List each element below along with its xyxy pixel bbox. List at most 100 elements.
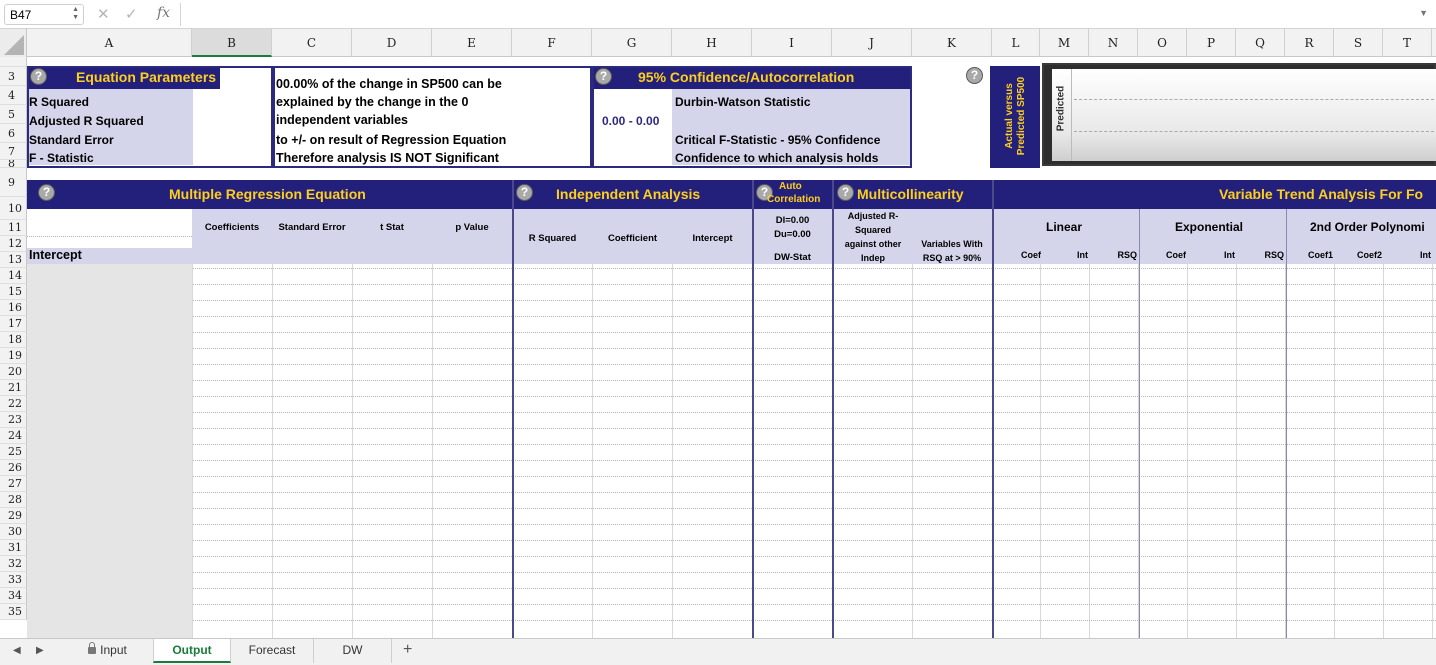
row-header-34[interactable]: 34: [0, 588, 27, 604]
row-header-12[interactable]: 12: [0, 236, 27, 252]
exp-coef-header: Coef: [1166, 250, 1186, 260]
column-header-n[interactable]: N: [1089, 29, 1138, 57]
intercept-header: Intercept: [692, 233, 733, 244]
column-header-l[interactable]: L: [992, 29, 1040, 57]
section-divider: [512, 180, 514, 638]
grid-row-line: [27, 604, 1436, 605]
row-header-27[interactable]: 27: [0, 476, 27, 492]
row-header-19[interactable]: 19: [0, 348, 27, 364]
row-header-25[interactable]: 25: [0, 444, 27, 460]
column-header-b[interactable]: B: [192, 29, 272, 57]
column-header-s[interactable]: S: [1334, 29, 1383, 57]
multicollinearity-title: Multicollinearity: [857, 186, 964, 202]
column-header-f[interactable]: F: [512, 29, 592, 57]
tab-dw[interactable]: DW: [314, 639, 392, 663]
row-header-6[interactable]: 6: [0, 124, 27, 143]
row-header-26[interactable]: 26: [0, 460, 27, 476]
column-header-j[interactable]: J: [832, 29, 912, 57]
grid-row-line: [27, 444, 1436, 445]
row-header-20[interactable]: 20: [0, 364, 27, 380]
r-squared-header: R Squared: [528, 233, 577, 244]
help-icon[interactable]: ?: [516, 184, 533, 201]
column-header-c[interactable]: C: [272, 29, 352, 57]
column-header-d[interactable]: D: [352, 29, 432, 57]
linear-rsq-header: RSQ: [1117, 250, 1137, 260]
column-header-e[interactable]: E: [432, 29, 512, 57]
row-header-14[interactable]: 14: [0, 268, 27, 284]
column-header-k[interactable]: K: [912, 29, 992, 57]
row-header-31[interactable]: 31: [0, 540, 27, 556]
chart-title-line-2: Predicted SP500: [1016, 76, 1027, 156]
row-header-15[interactable]: 15: [0, 284, 27, 300]
row-header-16[interactable]: 16: [0, 300, 27, 316]
autocorrelation-title-line-1: Auto: [779, 181, 802, 192]
row-header-28[interactable]: 28: [0, 492, 27, 508]
tab-forecast[interactable]: Forecast: [231, 639, 314, 663]
insert-function-icon[interactable]: fx: [157, 5, 170, 21]
row-header-35[interactable]: 35: [0, 604, 27, 620]
worksheet-grid[interactable]: ? Equation Parameters R Squared Adjusted…: [27, 57, 1436, 638]
row-header-8[interactable]: 8: [0, 160, 27, 168]
grid-row-line: [27, 620, 1436, 621]
polynomial-header: 2nd Order Polynomi: [1310, 220, 1425, 234]
row-header-5[interactable]: 5: [0, 105, 27, 124]
row-header-17[interactable]: 17: [0, 316, 27, 332]
row-header-33[interactable]: 33: [0, 572, 27, 588]
exponential-header: Exponential: [1175, 220, 1244, 234]
column-header-g[interactable]: G: [592, 29, 672, 57]
chevron-down-icon[interactable]: ▼: [1419, 8, 1428, 18]
column-header-p[interactable]: P: [1187, 29, 1236, 57]
enter-icon[interactable]: ✓: [125, 5, 138, 23]
dl-header: Dl=0.00: [775, 215, 810, 226]
column-header-a[interactable]: A: [27, 29, 192, 57]
grid-row-line: [27, 460, 1436, 461]
formula-input[interactable]: [180, 3, 1430, 26]
help-icon[interactable]: ?: [837, 184, 854, 201]
prev-sheet-icon[interactable]: ◀: [13, 645, 21, 656]
explanation-line-4: to +/- on result of Regression Equation: [276, 133, 507, 147]
row-header-32[interactable]: 32: [0, 556, 27, 572]
row-header-4[interactable]: 4: [0, 86, 27, 105]
add-sheet-button[interactable]: +: [403, 641, 412, 659]
column-header-r[interactable]: R: [1285, 29, 1334, 57]
column-header-o[interactable]: O: [1138, 29, 1187, 57]
select-all-button[interactable]: [0, 29, 27, 57]
row-header-23[interactable]: 23: [0, 412, 27, 428]
row-header-9[interactable]: 9: [0, 168, 27, 197]
grid-row-line: [27, 428, 1436, 429]
standard-error-header: Standard Error: [278, 222, 346, 233]
cancel-icon[interactable]: ✕: [97, 5, 110, 23]
chart-plot-area: Predicted: [1052, 69, 1436, 161]
row-header-7[interactable]: 7: [0, 143, 27, 160]
column-header-m[interactable]: M: [1040, 29, 1089, 57]
section-divider: [752, 180, 754, 638]
next-sheet-icon[interactable]: ▶: [36, 645, 44, 656]
row-header-22[interactable]: 22: [0, 396, 27, 412]
adjusted-r-squared-line: Squared: [854, 225, 891, 235]
adjusted-r-squared-header: Adjusted R- Squared against other Indep: [833, 209, 913, 265]
section-divider: [832, 180, 834, 638]
column-header-q[interactable]: Q: [1236, 29, 1285, 57]
column-header-h[interactable]: H: [672, 29, 752, 57]
row-header-11[interactable]: 11: [0, 220, 27, 236]
grid-row-line: [27, 540, 1436, 541]
help-icon[interactable]: ?: [38, 184, 55, 201]
actual-vs-predicted-chart[interactable]: Predicted: [1042, 63, 1436, 166]
column-header-t[interactable]: T: [1383, 29, 1432, 57]
row-header-29[interactable]: 29: [0, 508, 27, 524]
tab-output[interactable]: Output: [153, 639, 231, 663]
coefficients-header: Coefficients: [204, 222, 260, 233]
variables-with-line: RSQ at > 90%: [922, 253, 982, 263]
tab-input[interactable]: Input: [62, 639, 154, 663]
name-box-stepper-icon[interactable]: ▲ ▼: [72, 6, 79, 22]
row-header-21[interactable]: 21: [0, 380, 27, 396]
row-header-13[interactable]: 13: [0, 252, 27, 268]
row-header-30[interactable]: 30: [0, 524, 27, 540]
row-header-18[interactable]: 18: [0, 332, 27, 348]
row-header-10[interactable]: 10: [0, 197, 27, 220]
name-box[interactable]: B47 ▲ ▼: [4, 4, 84, 25]
row-header-24[interactable]: 24: [0, 428, 27, 444]
row-header-3[interactable]: 3: [0, 67, 27, 86]
column-header-i[interactable]: I: [752, 29, 832, 57]
help-icon[interactable]: ?: [966, 67, 983, 84]
